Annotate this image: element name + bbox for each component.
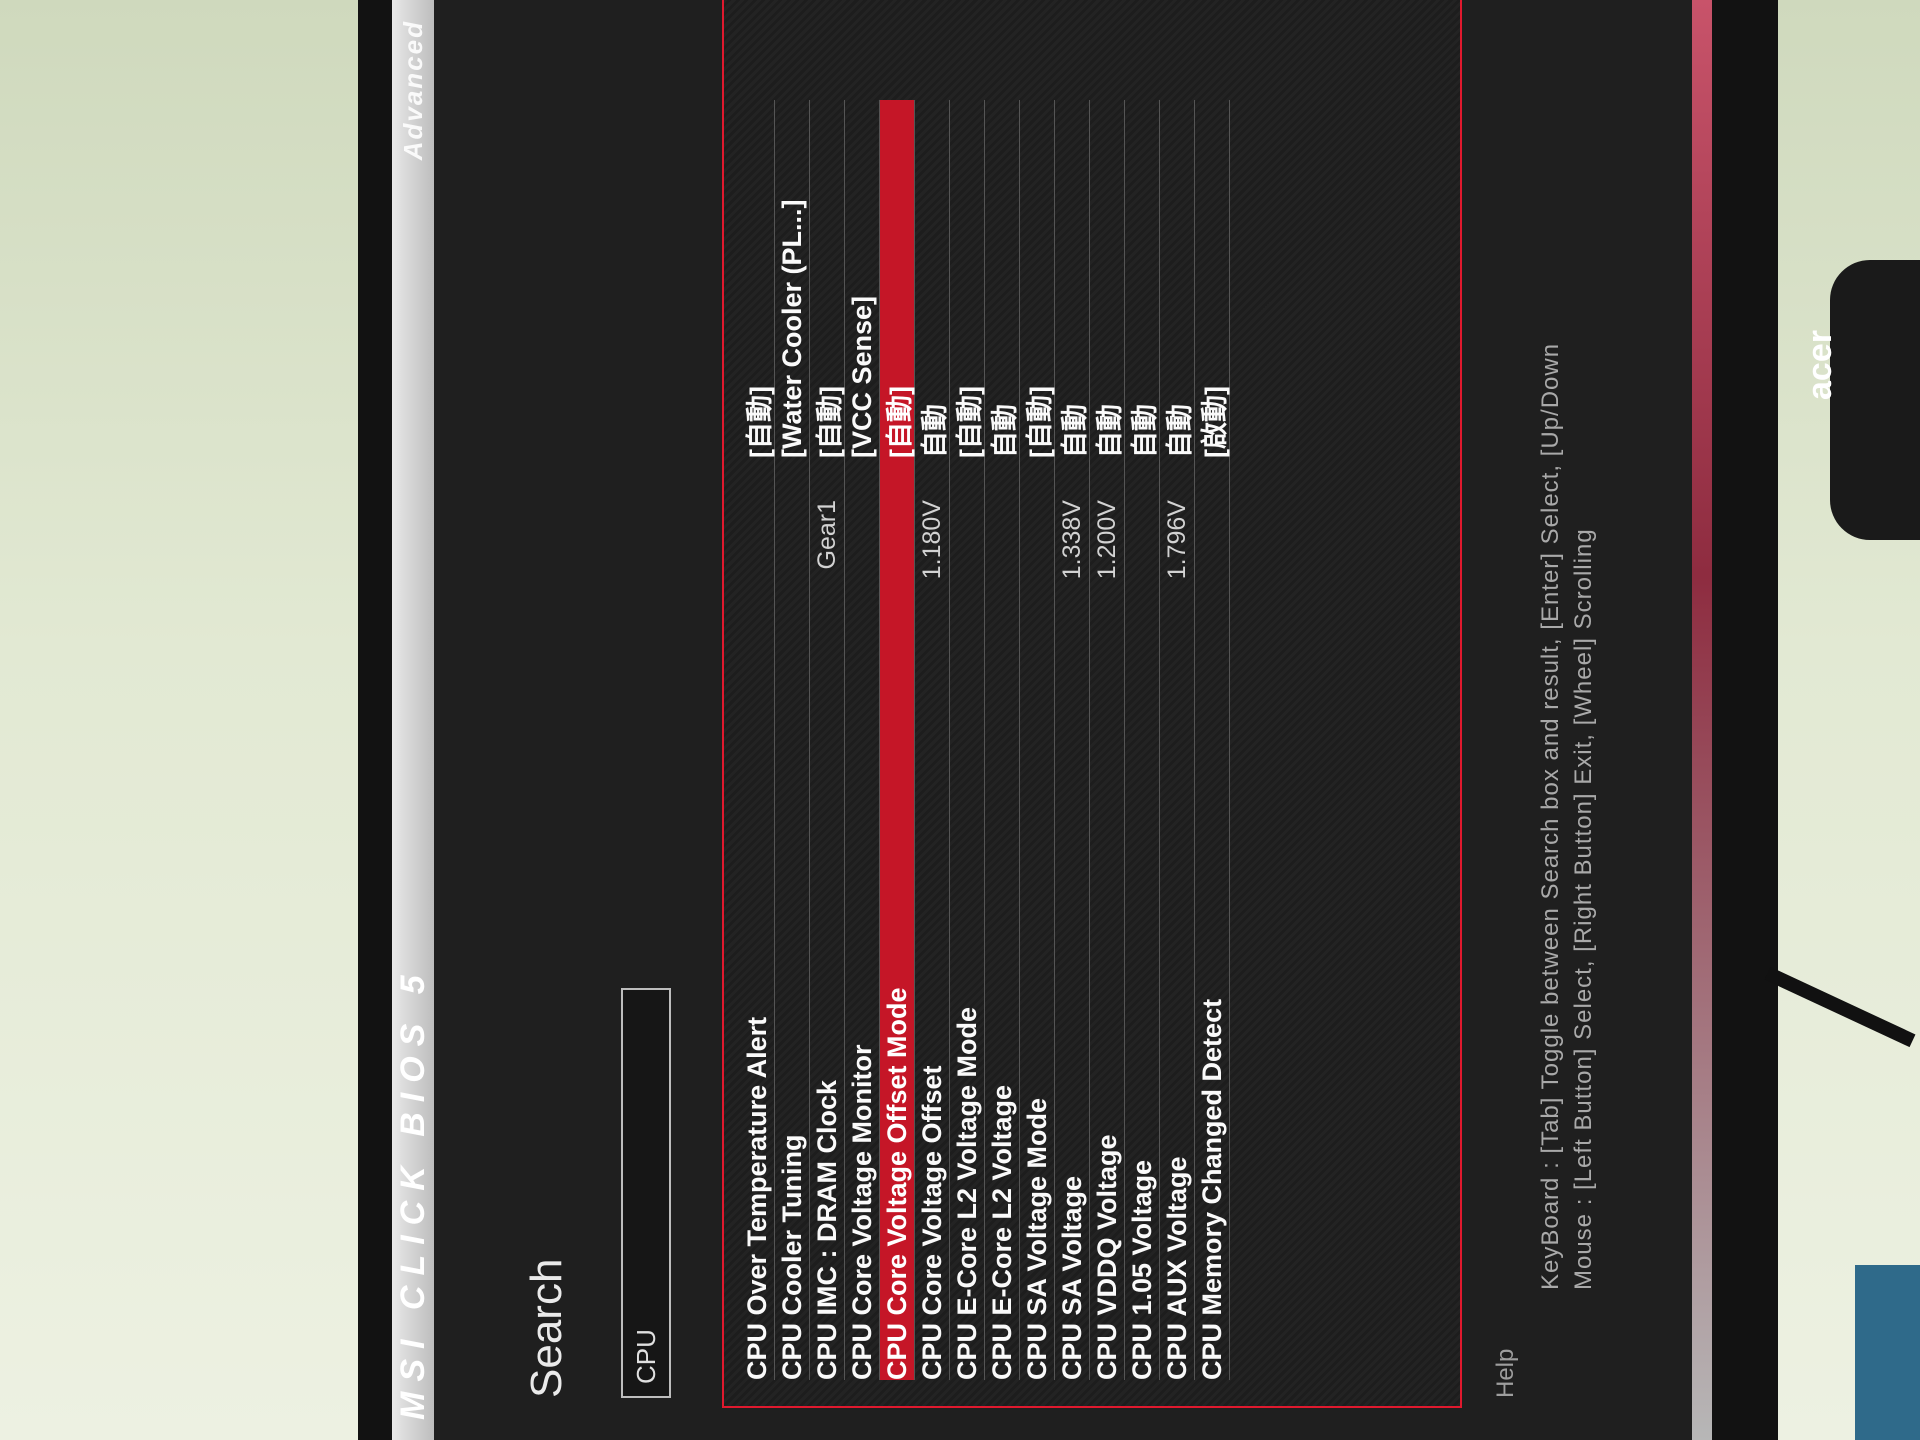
page-title: Search [522, 1258, 571, 1398]
help-title: Help [1492, 1348, 1519, 1398]
result-row[interactable]: CPU E-Core L2 Voltage 自動 [985, 100, 1020, 1380]
setting-option[interactable]: [Water Cooler (PL...] [777, 118, 808, 470]
setting-label: CPU AUX Voltage [1161, 1156, 1192, 1380]
setting-option[interactable]: [自動] [948, 118, 987, 470]
setting-label: CPU VDDQ Voltage [1091, 1134, 1122, 1380]
help-keyboard: KeyBoard : [Tab] Toggle between Search b… [1537, 342, 1564, 1290]
setting-option[interactable]: [自動] [738, 118, 777, 470]
blue-object [1855, 1265, 1920, 1440]
setting-option[interactable]: 自動 [913, 118, 952, 470]
setting-label: CPU Over Temperature Alert [741, 1016, 772, 1380]
result-row[interactable]: CPU Core Voltage Offset Mode [自動] [880, 100, 915, 1380]
setting-option[interactable]: 自動 [1088, 118, 1127, 470]
setting-label: CPU SA Voltage [1056, 1175, 1087, 1380]
setting-label: CPU Cooler Tuning [776, 1134, 807, 1380]
setting-label: CPU IMC : DRAM Clock [811, 1079, 842, 1380]
result-row[interactable]: CPU AUX Voltage 1.796V 自動 [1160, 100, 1195, 1380]
result-row[interactable]: CPU Over Temperature Alert [自動] [740, 100, 775, 1380]
result-row[interactable]: CPU VDDQ Voltage 1.200V 自動 [1090, 100, 1125, 1380]
setting-label: CPU 1.05 Voltage [1126, 1159, 1157, 1380]
setting-option[interactable]: [啟動] [1193, 118, 1232, 470]
setting-label: CPU Core Voltage Monitor [846, 1044, 877, 1380]
monitor-logo: acer [1800, 330, 1839, 400]
setting-current-value: 1.180V [917, 500, 946, 580]
decor-strip [1692, 0, 1712, 1440]
result-row[interactable]: CPU IMC : DRAM Clock Gear1 [自動] [810, 100, 845, 1380]
setting-option[interactable]: [自動] [808, 118, 847, 470]
setting-current-value: 1.796V [1162, 500, 1191, 580]
monitor-stand [1830, 260, 1920, 540]
setting-current-value: 1.338V [1057, 500, 1086, 580]
setting-option[interactable]: 自動 [1123, 118, 1162, 470]
setting-option[interactable]: [自動] [1018, 118, 1057, 470]
search-page: Search CPU CPU Over Temperature Alert [自動… [392, 0, 1682, 1440]
setting-current-value: Gear1 [812, 500, 841, 570]
setting-option[interactable]: [自動] [878, 118, 917, 470]
setting-label: CPU E-Core L2 Voltage Mode [951, 1006, 982, 1380]
setting-label: CPU Core Voltage Offset [916, 1065, 947, 1380]
setting-option[interactable]: [VCC Sense] [847, 118, 878, 470]
setting-label: CPU E-Core L2 Voltage [986, 1084, 1017, 1380]
results-list: CPU Over Temperature Alert [自動] CPU Cooler… [740, 100, 1230, 1380]
setting-label: CPU Core Voltage Offset Mode [881, 987, 912, 1380]
setting-current-value: 1.200V [1092, 500, 1121, 580]
result-row[interactable]: CPU Core Voltage Monitor [VCC Sense] [845, 100, 880, 1380]
result-row[interactable]: CPU Core Voltage Offset 1.180V 自動 [915, 100, 950, 1380]
setting-option[interactable]: 自動 [1158, 118, 1197, 470]
setting-label: CPU Memory Changed Detect [1196, 998, 1227, 1380]
search-input[interactable]: CPU [621, 988, 671, 1398]
result-row[interactable]: CPU Memory Changed Detect [啟動] [1195, 100, 1230, 1380]
setting-option[interactable]: 自動 [983, 118, 1022, 470]
result-row[interactable]: CPU SA Voltage Mode [自動] [1020, 100, 1055, 1380]
setting-label: CPU SA Voltage Mode [1021, 1097, 1052, 1380]
result-row[interactable]: CPU E-Core L2 Voltage Mode [自動] [950, 100, 985, 1380]
setting-option[interactable]: 自動 [1053, 118, 1092, 470]
result-row[interactable]: CPU SA Voltage 1.338V 自動 [1055, 100, 1090, 1380]
help-mouse: Mouse : [Left Button] Select, [Right But… [1570, 528, 1597, 1290]
result-row[interactable]: CPU 1.05 Voltage 自動 [1125, 100, 1160, 1380]
result-row[interactable]: CPU Cooler Tuning [Water Cooler (PL...] [775, 100, 810, 1380]
